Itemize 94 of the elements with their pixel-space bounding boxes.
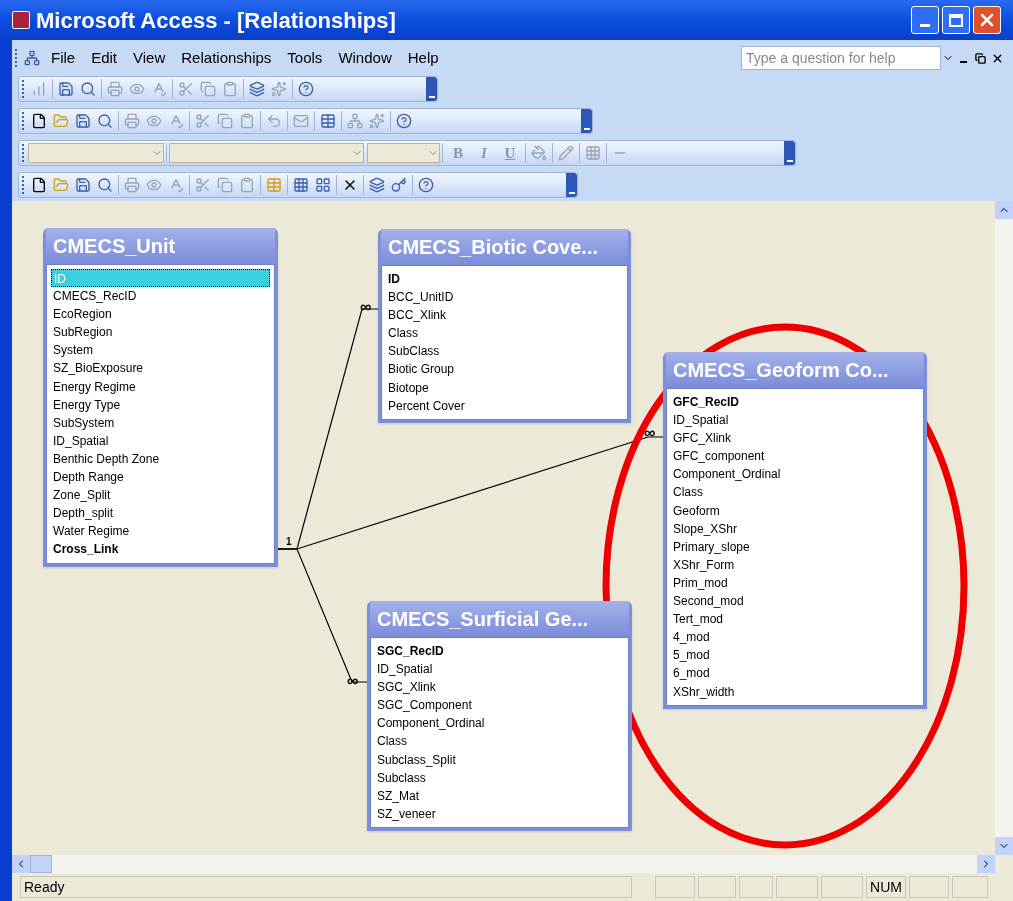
status-panel bbox=[739, 876, 773, 898]
status-text: Ready bbox=[20, 876, 632, 898]
scroll-right-button[interactable] bbox=[977, 855, 995, 873]
table-window[interactable]: CMECS_Surficial Ge... SGC_RecID ID_Spatial SGC_Xlink SGC_Component Component_Ordinal Class Subclass_Split Subclass SZ_Mat SZ_veneer bbox=[367, 601, 632, 831]
field-name[interactable]: Primary_slope bbox=[671, 537, 919, 556]
field-name[interactable]: Geoform bbox=[671, 501, 919, 520]
field-name[interactable]: SZ_BioExposure bbox=[51, 359, 270, 378]
field-name[interactable]: Component_Ordinal bbox=[375, 714, 624, 733]
menu-item[interactable]: Help bbox=[399, 46, 447, 70]
field-name[interactable]: Tert_mod bbox=[671, 610, 919, 629]
field-name[interactable]: 4_mod bbox=[671, 628, 919, 647]
menu-item[interactable]: Tools bbox=[279, 46, 331, 70]
field-name[interactable]: Water Regime bbox=[51, 522, 270, 541]
field-name[interactable]: Class bbox=[386, 324, 623, 343]
one-label: 1 bbox=[286, 535, 292, 549]
many-label: ∞ bbox=[347, 673, 359, 689]
scroll-thumb[interactable] bbox=[30, 855, 52, 873]
font-size-dropdown[interactable] bbox=[367, 143, 440, 163]
status-panel bbox=[655, 876, 695, 898]
field-name[interactable]: ID_Spatial bbox=[375, 660, 624, 679]
field-name[interactable]: GFC_RecID bbox=[671, 393, 919, 412]
field-name[interactable]: Biotic Group bbox=[386, 360, 623, 379]
field-name[interactable]: SZ_veneer bbox=[375, 804, 624, 823]
menu-item[interactable]: Relationships bbox=[173, 46, 280, 70]
field-name[interactable]: ID_Spatial bbox=[671, 411, 919, 430]
minimize-button[interactable] bbox=[911, 6, 939, 34]
object-dropdown[interactable] bbox=[28, 143, 164, 163]
field-name[interactable]: GFC_component bbox=[671, 447, 919, 466]
many-label: ∞ bbox=[644, 425, 656, 441]
horizontal-scrollbar[interactable] bbox=[12, 855, 995, 873]
field-name[interactable]: Second_mod bbox=[671, 592, 919, 611]
window-title: Microsoft Access - [Relationships] bbox=[36, 6, 396, 35]
menu-item[interactable]: View bbox=[125, 46, 174, 70]
app-icon bbox=[12, 11, 30, 29]
field-name[interactable]: Component_Ordinal bbox=[671, 465, 919, 484]
toolbar-options-icon[interactable] bbox=[581, 109, 592, 133]
field-name[interactable]: SZ_Mat bbox=[375, 786, 624, 805]
field-name[interactable]: Energy Type bbox=[51, 395, 270, 414]
status-panel bbox=[909, 876, 949, 898]
menu-item[interactable]: File bbox=[43, 46, 84, 70]
field-name[interactable]: Class bbox=[671, 483, 919, 502]
font-dropdown[interactable] bbox=[169, 143, 364, 163]
field-name[interactable]: XShr_width bbox=[671, 682, 919, 701]
field-name[interactable]: EcoRegion bbox=[51, 305, 270, 324]
field-name[interactable]: BCC_Xlink bbox=[386, 306, 623, 325]
scroll-up-button[interactable] bbox=[995, 201, 1013, 219]
status-indicator: NUM bbox=[866, 876, 906, 898]
field-name[interactable]: SubClass bbox=[386, 342, 623, 361]
field-name[interactable]: Slope_XShr bbox=[671, 519, 919, 538]
toolbar-options-icon[interactable] bbox=[566, 173, 577, 197]
toolbar-options-icon[interactable] bbox=[426, 77, 437, 101]
table-window[interactable]: CMECS_Geoform Co... GFC_RecID ID_Spatial GFC_Xlink GFC_component Component_Ordinal Class Geoform Slope_XShr Primary_slope XShr_Form Prim_mod Second_mod Tert_mod 4_mod 5_mod 6_mod XShr_width bbox=[663, 352, 927, 709]
field-name[interactable]: Depth_split bbox=[51, 504, 270, 523]
table-window[interactable]: CMECS_Biotic Cove... ID BCC_UnitID BCC_Xlink Class SubClass Biotic Group Biotope Percent Cover bbox=[378, 229, 631, 423]
field-name[interactable]: CMECS_RecID bbox=[51, 287, 270, 306]
field-name[interactable]: ID bbox=[386, 270, 623, 289]
field-name[interactable]: Biotope bbox=[386, 378, 623, 397]
menu-item[interactable]: Edit bbox=[83, 46, 126, 70]
close-button[interactable] bbox=[973, 6, 1001, 34]
field-name[interactable]: Prim_mod bbox=[671, 573, 919, 593]
field-name[interactable]: SubRegion bbox=[51, 323, 270, 342]
field-name[interactable]: SGC_Xlink bbox=[375, 678, 624, 697]
status-panel bbox=[821, 876, 863, 898]
field-name[interactable]: 6_mod bbox=[671, 664, 919, 683]
field-name[interactable]: Zone_Split bbox=[51, 486, 270, 505]
field-name[interactable]: SGC_RecID bbox=[375, 642, 624, 661]
field-name[interactable]: Energy Regime bbox=[51, 377, 270, 396]
help-search-field[interactable]: Type a question for help bbox=[741, 46, 941, 70]
vertical-scrollbar[interactable] bbox=[995, 201, 1013, 855]
field-name[interactable]: Depth Range bbox=[51, 468, 270, 487]
field-name[interactable]: BCC_UnitID bbox=[386, 288, 623, 307]
scroll-left-button[interactable] bbox=[12, 855, 30, 873]
field-name[interactable]: Subclass bbox=[375, 768, 624, 787]
maximize-button[interactable] bbox=[942, 6, 970, 34]
field-name[interactable]: GFC_Xlink bbox=[671, 429, 919, 448]
field-name[interactable]: Benthic Depth Zone bbox=[51, 449, 270, 469]
many-label: ∞ bbox=[360, 299, 372, 315]
scroll-down-button[interactable] bbox=[995, 837, 1013, 855]
table-window[interactable]: CMECS_Unit ID CMECS_RecID EcoRegion SubRegion System SZ_BioExposure Energy Regime Energy Type SubSystem ID_Spatial Benthic Depth Zone Depth Range Zone_Split Depth_split Water Regime Cross_Link bbox=[43, 228, 278, 567]
field-name[interactable]: System bbox=[51, 341, 270, 360]
menu-item[interactable]: Window bbox=[330, 46, 400, 70]
field-name[interactable]: SubSystem bbox=[51, 413, 270, 432]
field-name[interactable]: Class bbox=[375, 732, 624, 751]
status-panel bbox=[952, 876, 988, 898]
field-name[interactable]: ID_Spatial bbox=[51, 431, 270, 450]
field-name[interactable]: XShr_Form bbox=[671, 555, 919, 574]
status-panel bbox=[698, 876, 736, 898]
field-name[interactable]: Cross_Link bbox=[51, 540, 270, 559]
field-name[interactable]: Percent Cover bbox=[386, 396, 623, 415]
field-name[interactable]: Subclass_Split bbox=[375, 750, 624, 769]
status-panel bbox=[776, 876, 818, 898]
field-name[interactable]: SGC_Component bbox=[375, 696, 624, 715]
toolbar-options-icon[interactable] bbox=[784, 141, 795, 165]
field-name[interactable]: 5_mod bbox=[671, 646, 919, 665]
